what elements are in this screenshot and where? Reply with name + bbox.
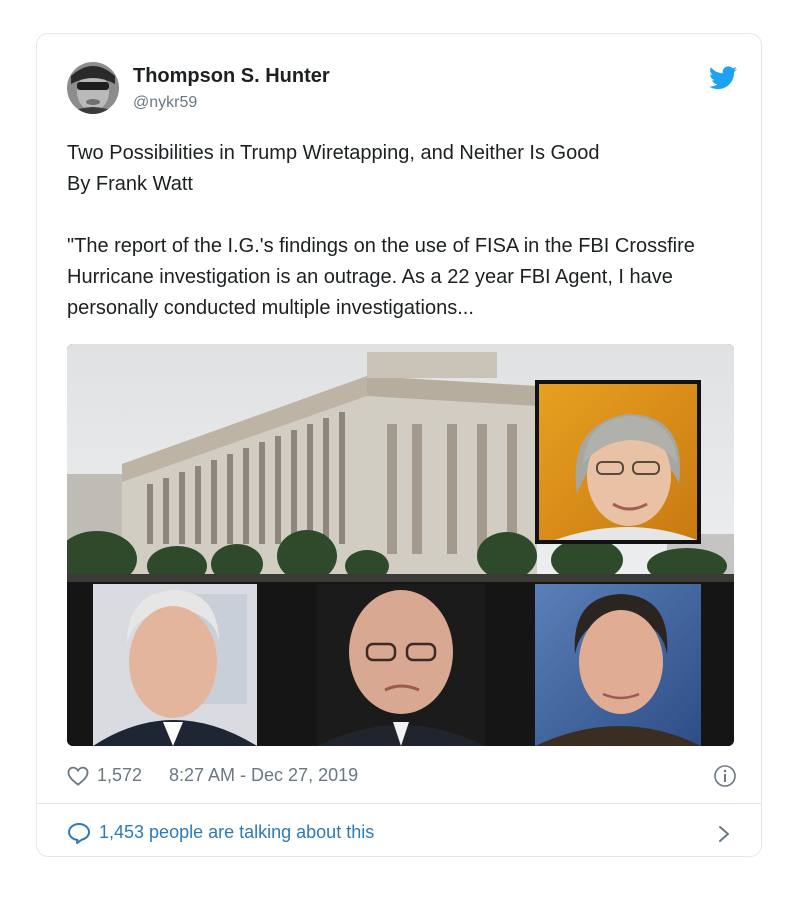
- like-count[interactable]: 1,572: [97, 765, 142, 786]
- user-handle[interactable]: @nykr59: [133, 94, 197, 112]
- tweet-quote: "The report of the I.G.'s findings on th…: [67, 235, 695, 319]
- chevron-right-icon[interactable]: [717, 824, 731, 844]
- display-name[interactable]: Thompson S. Hunter: [133, 65, 330, 88]
- portrait-man-right: [535, 584, 701, 746]
- tweet-meta: 1,572 8:27 AM - Dec 27, 2019: [67, 764, 737, 790]
- media-collage: [67, 344, 734, 746]
- talking-count-link[interactable]: 1,453 people are talking about this: [99, 822, 374, 843]
- heart-icon[interactable]: [67, 766, 89, 786]
- tweet-title-line: Two Possibilities in Trump Wiretapping, …: [67, 142, 600, 164]
- portrait-woman: [535, 380, 701, 544]
- tweet-header: Thompson S. Hunter @nykr59: [67, 62, 737, 118]
- twitter-bird-icon[interactable]: [709, 66, 737, 90]
- conversation-link[interactable]: 1,453 people are talking about this: [67, 820, 737, 848]
- tweet-card[interactable]: Thompson S. Hunter @nykr59 Two Possibili…: [36, 33, 762, 857]
- portrait-man-center: [317, 584, 485, 746]
- portrait-man-left: [93, 584, 257, 746]
- avatar[interactable]: [67, 62, 119, 114]
- speech-bubble-icon: [67, 822, 91, 844]
- info-icon[interactable]: [713, 764, 737, 788]
- tweet-media-image[interactable]: [67, 344, 734, 746]
- tweet-byline: By Frank Watt: [67, 173, 193, 195]
- tweet-timestamp[interactable]: 8:27 AM - Dec 27, 2019: [169, 765, 358, 786]
- footer-divider: [37, 803, 761, 804]
- tweet-text: Two Possibilities in Trump Wiretapping, …: [67, 138, 737, 324]
